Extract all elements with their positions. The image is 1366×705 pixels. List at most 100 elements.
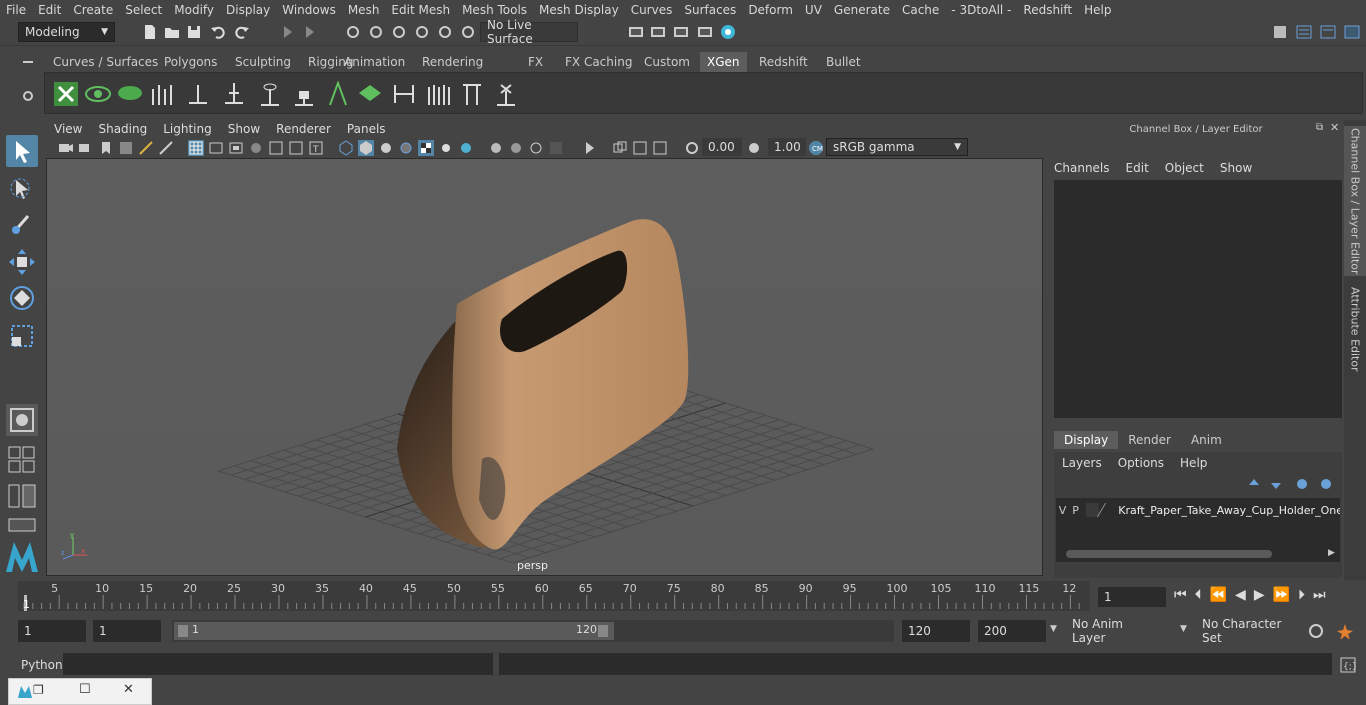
- menu-surfaces[interactable]: Surfaces: [678, 3, 742, 17]
- tab-layer-anim[interactable]: Anim: [1181, 431, 1232, 449]
- tab-rendering[interactable]: Rendering: [415, 52, 490, 72]
- exposure-field[interactable]: 0.00: [702, 138, 742, 156]
- channel-menu-show[interactable]: Show: [1220, 161, 1252, 175]
- select-tool-button[interactable]: [6, 135, 38, 167]
- field-chart-icon[interactable]: [268, 140, 284, 156]
- tab-fx-caching[interactable]: FX Caching: [558, 52, 639, 72]
- anti-aliasing-icon[interactable]: [528, 140, 544, 156]
- tab-polygons[interactable]: Polygons: [157, 52, 224, 72]
- viewport-menu-view[interactable]: View: [46, 122, 90, 136]
- add-guide-icon[interactable]: [185, 81, 211, 107]
- tab-animation[interactable]: Animation: [337, 52, 412, 72]
- go-to-end-icon[interactable]: ⏭: [1313, 587, 1326, 603]
- outliner-layout-icon[interactable]: [8, 484, 36, 508]
- rotate-tool-button[interactable]: [6, 282, 38, 314]
- command-input[interactable]: [63, 653, 493, 675]
- toggle-tool-settings-icon[interactable]: [1320, 24, 1336, 40]
- end-time-field[interactable]: 200: [978, 620, 1046, 642]
- tab-layer-render[interactable]: Render: [1118, 431, 1181, 449]
- layer-menu-options[interactable]: Options: [1118, 456, 1164, 470]
- last-tool-button[interactable]: [6, 404, 38, 436]
- channel-menu-edit[interactable]: Edit: [1126, 161, 1149, 175]
- smooth-shade-icon[interactable]: [358, 140, 374, 156]
- channel-menu-channels[interactable]: Channels: [1054, 161, 1110, 175]
- depth-of-field-icon[interactable]: [548, 140, 564, 156]
- play-forward-icon[interactable]: ▶: [1254, 587, 1265, 603]
- menu-display[interactable]: Display: [220, 3, 276, 17]
- tab-layer-display[interactable]: Display: [1054, 431, 1119, 449]
- paint-select-tool-button[interactable]: [6, 208, 38, 240]
- menu-mesh-display[interactable]: Mesh Display: [533, 3, 625, 17]
- viewport-menu-shading[interactable]: Shading: [90, 122, 155, 136]
- close-icon[interactable]: ✕: [1330, 121, 1339, 134]
- menu-windows[interactable]: Windows: [276, 3, 342, 17]
- float-panel-icon[interactable]: ⧉: [1316, 122, 1323, 133]
- camera-icon[interactable]: [58, 140, 74, 156]
- render-sequence-icon[interactable]: [650, 24, 666, 40]
- isolate-select-icon[interactable]: [582, 140, 598, 156]
- menu-create[interactable]: Create: [67, 3, 119, 17]
- maya-app-icon[interactable]: [17, 684, 33, 700]
- close-icon[interactable]: ✕: [123, 682, 134, 697]
- exposure-icon[interactable]: [684, 140, 700, 156]
- range-handle-left[interactable]: [178, 625, 188, 637]
- lasso-tool-button[interactable]: [6, 172, 38, 204]
- redo-icon[interactable]: [234, 24, 250, 40]
- script-editor-icon[interactable]: {;}: [1340, 657, 1356, 673]
- motion-blur-icon[interactable]: [508, 140, 524, 156]
- tab-channel-box[interactable]: Channel Box / Layer Editor: [1344, 126, 1366, 276]
- restore-icon[interactable]: ❐: [33, 683, 44, 697]
- render-settings-icon[interactable]: [697, 24, 713, 40]
- menu-curves[interactable]: Curves: [625, 3, 679, 17]
- menu-cache[interactable]: Cache: [896, 3, 945, 17]
- range-handle-right[interactable]: [598, 625, 608, 637]
- step-forward-icon[interactable]: ⏵: [1298, 587, 1305, 603]
- step-forward-key-icon[interactable]: ⏩: [1273, 587, 1290, 603]
- screen-space-ao-icon[interactable]: [488, 140, 504, 156]
- new-layer-icon[interactable]: [1294, 476, 1310, 492]
- range-slider[interactable]: 1 120: [172, 620, 894, 642]
- viewport-menu-renderer[interactable]: Renderer: [268, 122, 339, 136]
- tab-attribute-editor[interactable]: Attribute Editor: [1344, 284, 1366, 374]
- go-to-start-icon[interactable]: ⏮: [1174, 587, 1187, 603]
- auto-key-icon[interactable]: [1308, 623, 1324, 639]
- time-slider[interactable]: 5 10 15 20 25 30 35 40 45 50 55 60 65 70 75 80 85 90 95 100…: [18, 581, 1090, 611]
- menu-help[interactable]: Help: [1078, 3, 1117, 17]
- gamma-field[interactable]: 1.00: [768, 138, 806, 156]
- mode-dropdown[interactable]: Modeling ▼: [18, 22, 115, 42]
- toggle-channel-box-icon[interactable]: [1344, 24, 1360, 40]
- ipr-render-icon[interactable]: [673, 24, 689, 40]
- xray-joints-icon[interactable]: [652, 140, 668, 156]
- bookmark-icon[interactable]: [98, 140, 114, 156]
- grid-toggle-icon[interactable]: [188, 140, 204, 156]
- shelf-menu-icon[interactable]: [20, 54, 36, 70]
- menu-generate[interactable]: Generate: [828, 3, 896, 17]
- safe-title-icon[interactable]: T: [308, 140, 324, 156]
- snap-curve-icon[interactable]: [368, 24, 384, 40]
- snap-view-icon[interactable]: [414, 24, 430, 40]
- grid-plane-icon[interactable]: [357, 81, 383, 107]
- tab-bullet[interactable]: Bullet: [819, 52, 868, 72]
- menu-edit[interactable]: Edit: [32, 3, 67, 17]
- camera-attributes-icon[interactable]: [78, 140, 94, 156]
- xgen-preview-icon[interactable]: [85, 81, 111, 107]
- menu-mesh-tools[interactable]: Mesh Tools: [456, 3, 533, 17]
- place-guide-icon[interactable]: [221, 81, 247, 107]
- xgen-collection-icon[interactable]: [117, 81, 143, 107]
- render-frame-icon[interactable]: [628, 24, 644, 40]
- snap-grid-icon[interactable]: [345, 24, 361, 40]
- color-space-dropdown[interactable]: sRGB gamma ▼: [826, 138, 968, 156]
- two-d-pan-icon[interactable]: [138, 140, 154, 156]
- guide-eye-icon[interactable]: [257, 81, 283, 107]
- snap-point-icon[interactable]: [391, 24, 407, 40]
- toggle-panels-icon[interactable]: [1296, 24, 1312, 40]
- gate-mask-icon[interactable]: [248, 140, 264, 156]
- maximize-icon[interactable]: ☐: [79, 682, 91, 697]
- viewport-persp[interactable]: yx z persp: [46, 158, 1043, 576]
- current-frame-field[interactable]: 1: [1098, 587, 1166, 607]
- command-language-label[interactable]: Python: [21, 658, 63, 672]
- safe-action-icon[interactable]: [288, 140, 304, 156]
- viewport-menu-panels[interactable]: Panels: [339, 122, 394, 136]
- single-pane-icon[interactable]: [8, 518, 36, 532]
- select-object-icon[interactable]: [302, 24, 318, 40]
